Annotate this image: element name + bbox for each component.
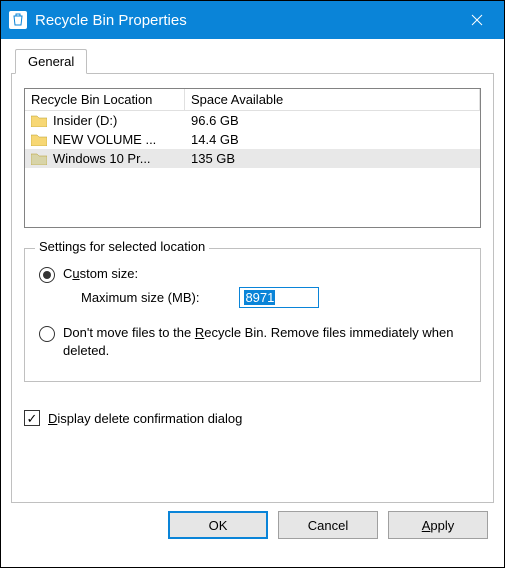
check-confirm-delete[interactable]: ✓ Display delete confirmation dialog [24, 410, 481, 426]
tab-general[interactable]: General [15, 49, 87, 74]
tab-pane: Recycle Bin Location Space Available Ins… [11, 73, 494, 503]
radio-custom-size[interactable]: Custom size: [39, 265, 466, 283]
drive-list[interactable]: Recycle Bin Location Space Available Ins… [24, 88, 481, 228]
list-cell-space: 14.4 GB [185, 130, 480, 149]
check-confirm-delete-label: Display delete confirmation dialog [48, 411, 242, 426]
radio-dont-move-label: Don't move files to the Recycle Bin. Rem… [63, 324, 466, 359]
radio-dont-move[interactable]: Don't move files to the Recycle Bin. Rem… [39, 324, 466, 359]
folder-icon [31, 152, 47, 165]
window-title: Recycle Bin Properties [35, 12, 454, 29]
client-area: General Recycle Bin Location Space Avail… [1, 39, 504, 553]
max-size-label: Maximum size (MB): [81, 290, 199, 305]
radio-custom-size-label: Custom size: [63, 265, 138, 283]
folder-icon [31, 133, 47, 146]
list-cell-space: 96.6 GB [185, 111, 480, 130]
list-cell-location: NEW VOLUME ... [53, 132, 156, 147]
list-cell-location: Insider (D:) [53, 113, 117, 128]
settings-group: Settings for selected location Custom si… [24, 248, 481, 382]
list-header: Recycle Bin Location Space Available [25, 89, 480, 111]
col-header-space[interactable]: Space Available [185, 89, 480, 111]
checkbox-icon: ✓ [24, 410, 40, 426]
folder-icon [31, 114, 47, 127]
button-row: OK Cancel Apply [11, 511, 494, 539]
col-header-location[interactable]: Recycle Bin Location [25, 89, 185, 111]
ok-button[interactable]: OK [168, 511, 268, 539]
list-cell-location: Windows 10 Pr... [53, 151, 151, 166]
list-row[interactable]: Insider (D:) 96.6 GB [25, 111, 480, 130]
close-icon [471, 14, 483, 26]
list-row[interactable]: NEW VOLUME ... 14.4 GB [25, 130, 480, 149]
close-button[interactable] [454, 1, 500, 39]
cancel-button[interactable]: Cancel [278, 511, 378, 539]
apply-button[interactable]: Apply [388, 511, 488, 539]
radio-icon [39, 326, 55, 342]
tabstrip: General [15, 49, 494, 73]
radio-icon [39, 267, 55, 283]
max-size-input[interactable]: 8971 [239, 287, 319, 308]
recycle-bin-icon [9, 11, 27, 29]
settings-group-label: Settings for selected location [35, 239, 209, 254]
list-cell-space: 135 GB [185, 149, 480, 168]
list-row[interactable]: Windows 10 Pr... 135 GB [25, 149, 480, 168]
titlebar[interactable]: Recycle Bin Properties [1, 1, 504, 39]
